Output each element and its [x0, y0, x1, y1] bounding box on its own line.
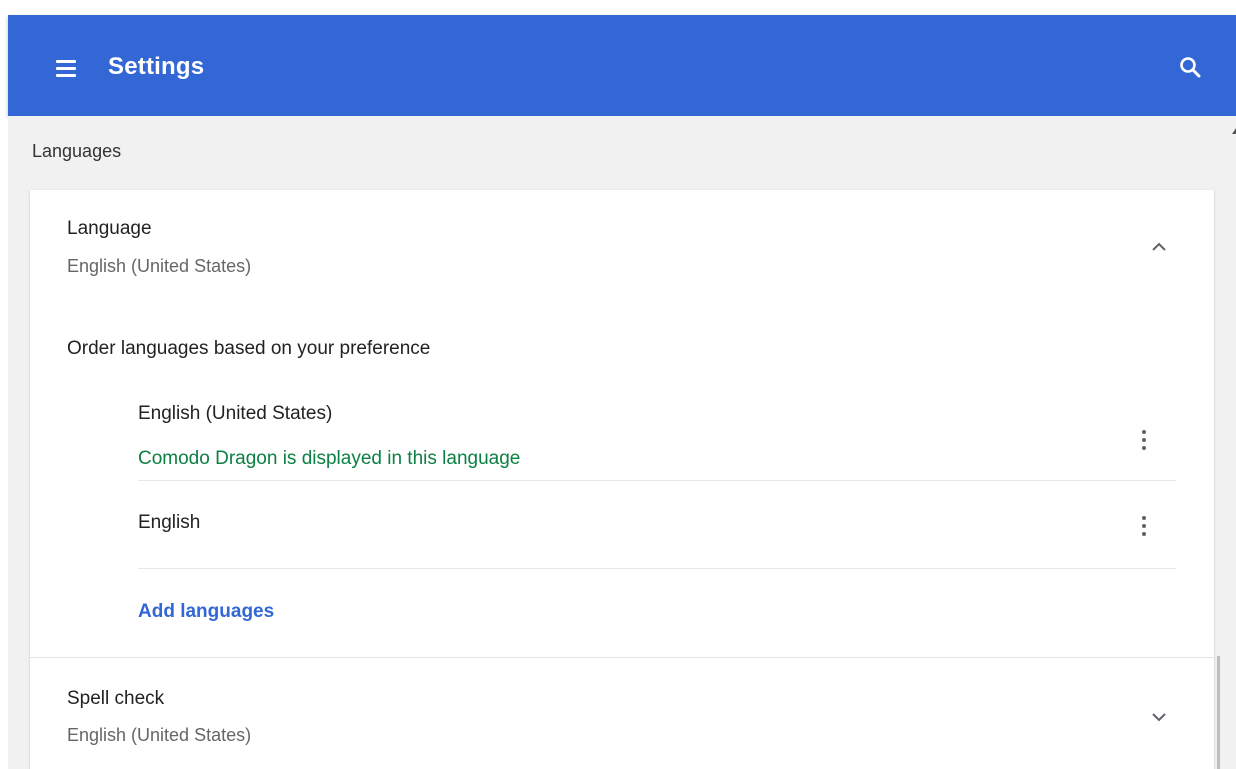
language-setting-title: Language — [67, 218, 152, 239]
languages-card: Language English (United States) Order l… — [30, 190, 1214, 769]
search-icon[interactable] — [1176, 53, 1206, 83]
divider — [138, 568, 1176, 569]
divider — [138, 480, 1176, 481]
language-setting-header[interactable]: Language English (United States) — [30, 190, 1214, 300]
chevron-down-icon[interactable] — [1148, 710, 1170, 724]
spell-check-setting-header[interactable]: Spell check English (United States) — [30, 658, 1214, 769]
language-list-item: English (United States) Comodo Dragon is… — [138, 400, 1176, 475]
language-list-item: English — [138, 510, 1176, 550]
spell-check-value: English (United States) — [67, 725, 252, 745]
more-options-icon[interactable] — [1138, 513, 1150, 539]
chevron-up-icon[interactable] — [1148, 240, 1170, 254]
scroll-up-arrow-icon[interactable] — [1232, 128, 1236, 134]
display-language-note: Comodo Dragon is displayed in this langu… — [138, 448, 521, 469]
hamburger-menu-icon[interactable] — [54, 57, 84, 79]
more-options-icon[interactable] — [1138, 427, 1150, 453]
language-name: English — [138, 512, 201, 533]
order-languages-label: Order languages based on your preference — [67, 338, 431, 359]
page-title: Settings — [108, 53, 205, 80]
add-languages-button[interactable]: Add languages — [138, 601, 274, 623]
language-setting-value: English (United States) — [67, 256, 252, 276]
spell-check-title: Spell check — [67, 688, 165, 709]
section-title: Languages — [32, 141, 122, 161]
scrollbar-thumb[interactable] — [1217, 656, 1220, 769]
settings-content: Languages Language English (United State… — [8, 116, 1236, 769]
settings-toolbar: Settings — [8, 15, 1236, 116]
language-name: English (United States) — [138, 403, 333, 424]
